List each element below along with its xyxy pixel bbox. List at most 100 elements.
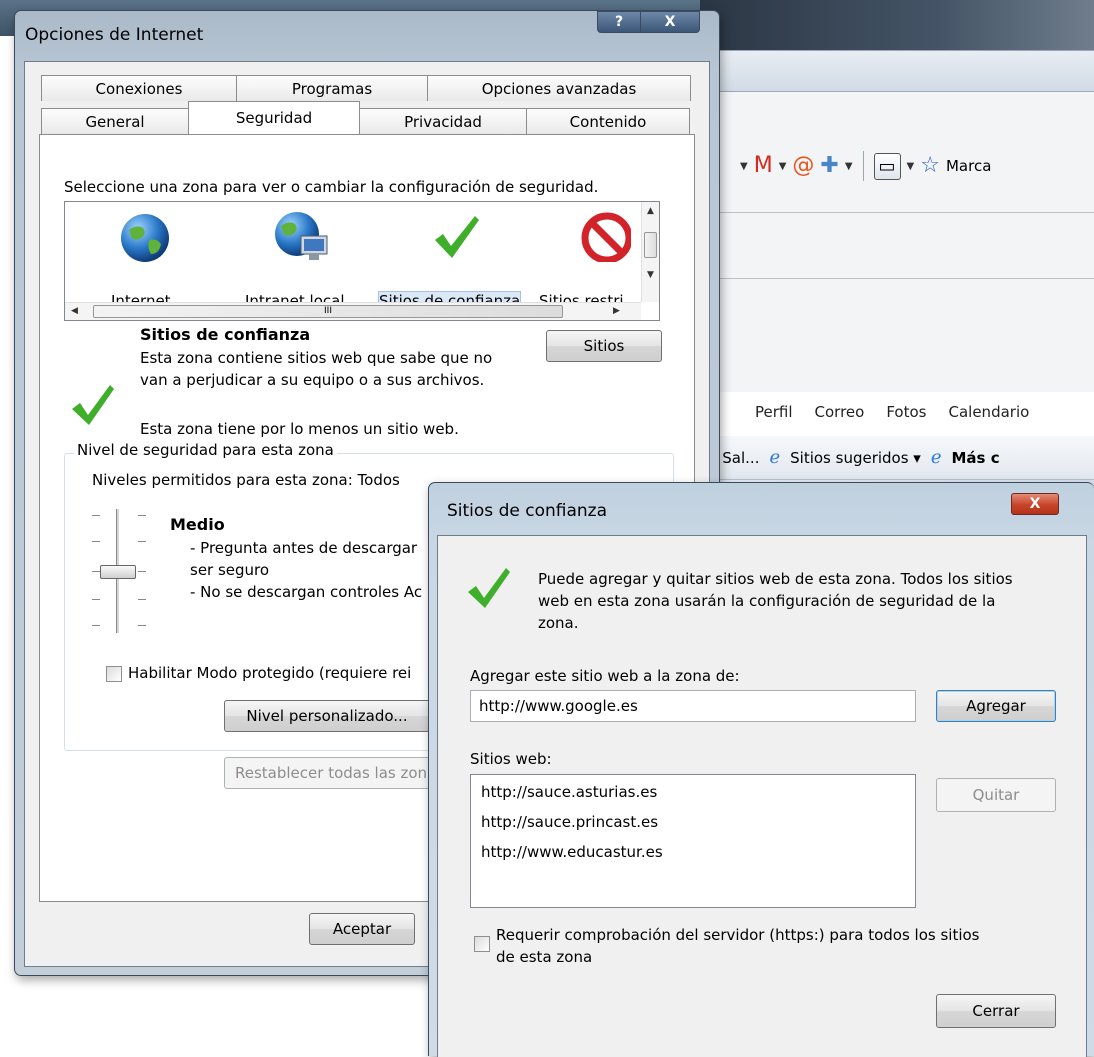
tab-seguridad[interactable]: Seguridad xyxy=(188,101,360,134)
zone-instruction: Seleccione una zona para ver o cambiar l… xyxy=(64,178,599,196)
tab-opciones-avanzadas[interactable]: Opciones avanzadas xyxy=(427,75,691,101)
checkmark-icon xyxy=(70,383,116,433)
prohibited-icon xyxy=(581,212,633,264)
scroll-thumb[interactable]: III xyxy=(93,305,563,318)
chevron-down-icon[interactable]: ▼ xyxy=(845,161,853,172)
websites-label: Sitios web: xyxy=(470,750,552,768)
browser-toolbar-area xyxy=(700,92,1094,392)
list-item[interactable]: http://www.educastur.es xyxy=(481,843,663,861)
tab-privacidad[interactable]: Privacidad xyxy=(359,108,527,134)
bookmarks-label[interactable]: Marca xyxy=(946,157,991,175)
dialog-body: Puede agregar y quitar sitios web de est… xyxy=(437,535,1087,1057)
level-desc-line2: ser seguro xyxy=(190,561,270,579)
sites-button[interactable]: Sitios xyxy=(546,330,662,362)
zone-restricted[interactable] xyxy=(581,212,633,266)
add-button[interactable]: Agregar xyxy=(936,690,1056,722)
tab-row-back: Conexiones Programas Opciones avanzadas xyxy=(41,75,691,101)
list-item[interactable]: http://sauce.asturias.es xyxy=(481,783,657,801)
list-item[interactable]: http://sauce.princast.es xyxy=(481,813,658,831)
window-title: Opciones de Internet xyxy=(25,25,204,45)
info-line2: web en esta zona usarán la configuración… xyxy=(538,592,996,610)
close-button[interactable]: X xyxy=(640,11,700,33)
chevron-down-icon[interactable]: ▼ xyxy=(740,161,748,172)
tab-conexiones[interactable]: Conexiones xyxy=(41,75,237,101)
https-label-line1[interactable]: Requerir comprobación del servidor (http… xyxy=(496,926,980,944)
link-fotos[interactable]: Fotos xyxy=(886,403,926,421)
websites-list[interactable]: http://sauce.asturias.es http://sauce.pr… xyxy=(470,774,916,908)
ie-icon: ℯ xyxy=(769,447,781,468)
slider-tick xyxy=(92,571,100,572)
zone-vertical-scrollbar[interactable]: ▲ ▼ xyxy=(641,202,659,302)
slider-tick xyxy=(92,515,100,516)
star-icon[interactable]: ☆ xyxy=(920,155,940,177)
protected-mode-label[interactable]: Habilitar Modo protegido (requiere rei xyxy=(128,664,411,682)
link-calendario[interactable]: Calendario xyxy=(949,403,1030,421)
protected-mode-checkbox[interactable] xyxy=(106,666,122,682)
level-desc-line3: - No se descargan controles Ac xyxy=(190,583,423,601)
intranet-globe-icon xyxy=(275,212,328,260)
info-line1: Puede agregar y quitar sitios web de est… xyxy=(538,570,1013,588)
slider-tick xyxy=(92,625,100,626)
help-button[interactable]: ? xyxy=(597,11,641,33)
security-slider-thumb[interactable] xyxy=(100,565,136,579)
remove-button[interactable]: Quitar xyxy=(936,778,1056,812)
suggested-sites-link[interactable]: Sitios sugeridos ▾ xyxy=(790,449,921,467)
https-checkbox[interactable] xyxy=(474,936,490,952)
more-link[interactable]: Más c xyxy=(952,449,1000,467)
zone-list[interactable]: Internet Intranet local Sitios de confia… xyxy=(64,201,660,321)
close-button[interactable]: X xyxy=(1011,493,1059,515)
tab-contenido[interactable]: Contenido xyxy=(526,108,690,134)
chevron-down-icon[interactable]: ▼ xyxy=(779,161,787,172)
scroll-down-icon[interactable]: ▼ xyxy=(647,270,654,280)
zone-horizontal-scrollbar[interactable]: ◀ III ▶ xyxy=(65,302,641,320)
slider-tick xyxy=(92,599,100,600)
close-dialog-button[interactable]: Cerrar xyxy=(936,994,1056,1028)
plus-cross-icon[interactable]: ✚ xyxy=(820,155,838,177)
chevron-down-icon[interactable]: ▼ xyxy=(907,161,915,172)
allowed-levels: Niveles permitidos para esta zona: Todos xyxy=(92,471,400,489)
tab-row-front: General Seguridad Privacidad Contenido xyxy=(41,101,690,134)
scroll-up-icon[interactable]: ▲ xyxy=(647,206,654,216)
browser-address-row xyxy=(700,50,1094,92)
browser-links-row: Perfil Correo Fotos Calendario xyxy=(700,392,1094,432)
tab-general[interactable]: General xyxy=(41,108,189,134)
slider-tick xyxy=(138,571,146,572)
reset-zones-button[interactable]: Restablecer todas las zon xyxy=(224,757,454,789)
tab-programas[interactable]: Programas xyxy=(236,75,428,101)
zone-has-sites: Esta zona tiene por lo menos un sitio we… xyxy=(140,420,459,438)
ok-button[interactable]: Aceptar xyxy=(309,913,415,945)
globe-icon xyxy=(121,214,169,262)
slider-tick xyxy=(138,515,146,516)
caption-buttons: ? X xyxy=(597,11,700,33)
zone-intranet[interactable] xyxy=(273,210,331,270)
swirl-icon[interactable]: @ xyxy=(792,155,814,177)
monitor-icon[interactable]: ▭ xyxy=(873,152,901,180)
trusted-sites-window: Sitios de confianza X Puede agregar y qu… xyxy=(428,482,1094,1057)
slider-tick xyxy=(92,541,100,542)
add-site-input[interactable]: http://www.google.es xyxy=(470,690,916,722)
slider-tick xyxy=(138,541,146,542)
scroll-left-icon[interactable]: ◀ xyxy=(71,306,78,316)
slider-tick xyxy=(138,625,146,626)
link-perfil[interactable]: Perfil xyxy=(755,403,793,421)
scroll-thumb[interactable] xyxy=(644,232,657,258)
scroll-right-icon[interactable]: ▶ xyxy=(613,306,620,316)
divider xyxy=(700,212,1094,213)
ie-page-icon: ℯ xyxy=(930,447,942,468)
level-desc-line1: - Pregunta antes de descargar xyxy=(190,539,418,557)
gmail-icon[interactable]: M xyxy=(754,155,773,177)
checkmark-icon xyxy=(466,566,512,616)
zone-trusted[interactable] xyxy=(431,212,481,266)
separator xyxy=(862,151,864,181)
https-label-line2[interactable]: de esta zona xyxy=(496,948,592,966)
zone-description-line2: van a perjudicar a su equipo o a sus arc… xyxy=(140,371,485,389)
zone-internet[interactable] xyxy=(119,212,171,268)
link-correo[interactable]: Correo xyxy=(815,403,865,421)
divider xyxy=(700,278,1094,279)
checkmark-icon xyxy=(435,216,479,258)
level-name: Medio xyxy=(170,515,225,534)
zone-title: Sitios de confianza xyxy=(140,325,311,344)
custom-level-button[interactable]: Nivel personalizado... xyxy=(224,700,430,732)
window-title: Sitios de confianza xyxy=(447,501,607,521)
info-line3: zona. xyxy=(538,614,579,632)
